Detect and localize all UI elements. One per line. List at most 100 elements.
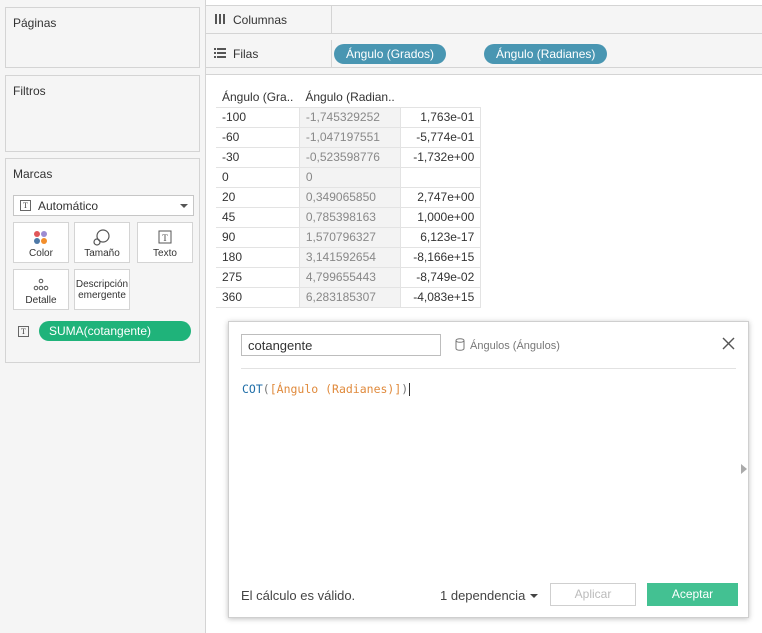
- cell-degrees: -60: [216, 126, 300, 147]
- database-icon: [455, 338, 465, 354]
- text-icon: T: [138, 228, 192, 248]
- formula-function: COT: [242, 382, 263, 396]
- mark-pill-row: T SUMA(cotangente): [18, 321, 191, 341]
- cell-radians: 6,283185307: [298, 286, 401, 308]
- cell-degrees: 275: [216, 266, 300, 287]
- cell-degrees: 20: [216, 186, 300, 207]
- cell-radians: -1,745329252: [298, 106, 401, 127]
- rows-icon: [214, 47, 226, 61]
- ok-button[interactable]: Aceptar: [647, 583, 738, 606]
- close-icon[interactable]: [721, 336, 736, 351]
- expand-arrow-icon[interactable]: [741, 464, 747, 474]
- cell-degrees: -100: [216, 106, 300, 127]
- apply-button[interactable]: Aplicar: [550, 583, 636, 606]
- size-label: Tamaño: [84, 248, 120, 259]
- measure-pill[interactable]: SUMA(cotangente): [39, 321, 191, 341]
- chevron-down-icon: [180, 204, 188, 208]
- marks-title: Marcas: [13, 167, 53, 181]
- left-panel: Páginas Filtros Marcas T Automático Colo…: [0, 0, 206, 633]
- cell-value: 1,763e-01: [400, 106, 482, 127]
- cell-degrees: 180: [216, 246, 300, 267]
- detail-button[interactable]: Detalle: [13, 269, 69, 310]
- cell-value: 2,747e+00: [400, 186, 482, 207]
- chevron-down-icon: [530, 593, 539, 598]
- row-pill-degrees[interactable]: Ángulo (Grados): [334, 44, 447, 64]
- table-row: -30 -0,523598776 -1,732e+00: [216, 146, 482, 167]
- color-button[interactable]: Color: [13, 222, 69, 263]
- shelf-divider: [331, 40, 332, 68]
- cell-value: 6,123e-17: [400, 226, 482, 247]
- table-row: -60 -1,047197551 -5,774e-01: [216, 126, 482, 147]
- size-button[interactable]: Tamaño: [74, 222, 130, 263]
- detail-dots-icon: [14, 275, 68, 295]
- formula-editor[interactable]: COT([Ángulo (Radianes)]): [242, 382, 411, 396]
- row-pill-radians[interactable]: Ángulo (Radianes): [484, 44, 608, 64]
- columns-shelf-label: Columnas: [214, 13, 287, 27]
- size-icon: [75, 228, 129, 248]
- data-table: Ángulo (Gra.. Ángulo (Radian.. -100 -1,74…: [216, 87, 482, 308]
- cell-radians: 4,799655443: [298, 266, 401, 287]
- text-button[interactable]: T Texto: [137, 222, 193, 263]
- cell-degrees: 0: [216, 166, 300, 187]
- formula-close-paren: ): [401, 382, 409, 396]
- table-row: 90 1,570796327 6,123e-17: [216, 226, 482, 247]
- cell-value: -4,083e+15: [400, 286, 482, 308]
- cell-degrees: 90: [216, 226, 300, 247]
- cell-degrees: 360: [216, 286, 300, 308]
- validation-status: El cálculo es válido.: [241, 588, 356, 603]
- data-source-name: Ángulos (Ángulos): [470, 340, 560, 352]
- text-label: Texto: [153, 248, 177, 259]
- rows-label: Filas: [233, 47, 259, 61]
- svg-text:T: T: [162, 233, 168, 243]
- header-radians[interactable]: Ángulo (Radian..: [299, 87, 400, 107]
- mark-type-dropdown[interactable]: T Automático: [13, 195, 194, 216]
- cell-value: [400, 166, 482, 187]
- text-cursor: [409, 383, 411, 396]
- cell-radians: 3,141592654: [298, 246, 401, 267]
- columns-shelf[interactable]: Columnas: [206, 6, 762, 34]
- rows-shelf-label: Filas: [214, 47, 258, 61]
- cell-radians: 1,570796327: [298, 226, 401, 247]
- data-source-label: Ángulos (Ángulos): [455, 338, 560, 354]
- cell-degrees: 45: [216, 206, 300, 227]
- rows-shelf[interactable]: Filas Ángulo (Grados) Ángulo (Radianes): [206, 40, 762, 68]
- color-label: Color: [29, 248, 53, 259]
- table-row: 00: [216, 166, 482, 187]
- table-row: 180 3,141592654 -8,166e+15: [216, 246, 482, 267]
- pages-card[interactable]: Páginas: [5, 7, 200, 68]
- cell-value: -8,166e+15: [400, 246, 482, 267]
- dialog-divider: [241, 368, 736, 369]
- table-row: 360 6,283185307 -4,083e+15: [216, 286, 482, 308]
- header-value: [401, 87, 481, 107]
- table-header-row: Ángulo (Gra.. Ángulo (Radian..: [216, 87, 481, 107]
- text-mark-icon: T: [20, 200, 31, 211]
- cell-radians: -0,523598776: [298, 146, 401, 167]
- dependencies-dropdown[interactable]: 1 dependencia: [440, 588, 539, 603]
- cell-radians: 0,785398163: [298, 206, 401, 227]
- text-mark-icon: T: [18, 325, 29, 337]
- detail-label: Detalle: [25, 295, 57, 306]
- calculation-dialog: Ángulos (Ángulos) COT([Ángulo (Radianes)…: [228, 321, 749, 618]
- cell-value: -1,732e+00: [400, 146, 482, 167]
- pages-title: Páginas: [13, 16, 57, 30]
- filters-title: Filtros: [13, 84, 46, 98]
- tooltip-label-line1: Descripción: [75, 279, 129, 290]
- columns-icon: [214, 13, 226, 27]
- filters-card[interactable]: Filtros: [5, 75, 200, 152]
- header-degrees[interactable]: Ángulo (Gra..: [216, 87, 299, 107]
- table-row: 275 4,799655443 -8,749e-02: [216, 266, 482, 287]
- mark-type-value: Automático: [38, 198, 99, 213]
- table-row: -100 -1,745329252 1,763e-01: [216, 106, 482, 127]
- table-row: 20 0,349065850 2,747e+00: [216, 186, 482, 207]
- cell-value: 1,000e+00: [400, 206, 482, 227]
- formula-open-paren: (: [262, 382, 270, 396]
- columns-label: Columnas: [233, 13, 288, 27]
- tooltip-button[interactable]: Descripción emergente: [74, 269, 130, 310]
- color-dots-icon: [14, 228, 68, 248]
- cell-radians: 0: [298, 166, 401, 187]
- calc-name-input[interactable]: [241, 334, 441, 356]
- cell-radians: 0,349065850: [298, 186, 401, 207]
- marks-card: Marcas T Automático Color Tamaño T Texto…: [5, 158, 200, 363]
- dependencies-label: 1 dependencia: [440, 588, 526, 603]
- tooltip-label-line2: emergente: [78, 290, 126, 301]
